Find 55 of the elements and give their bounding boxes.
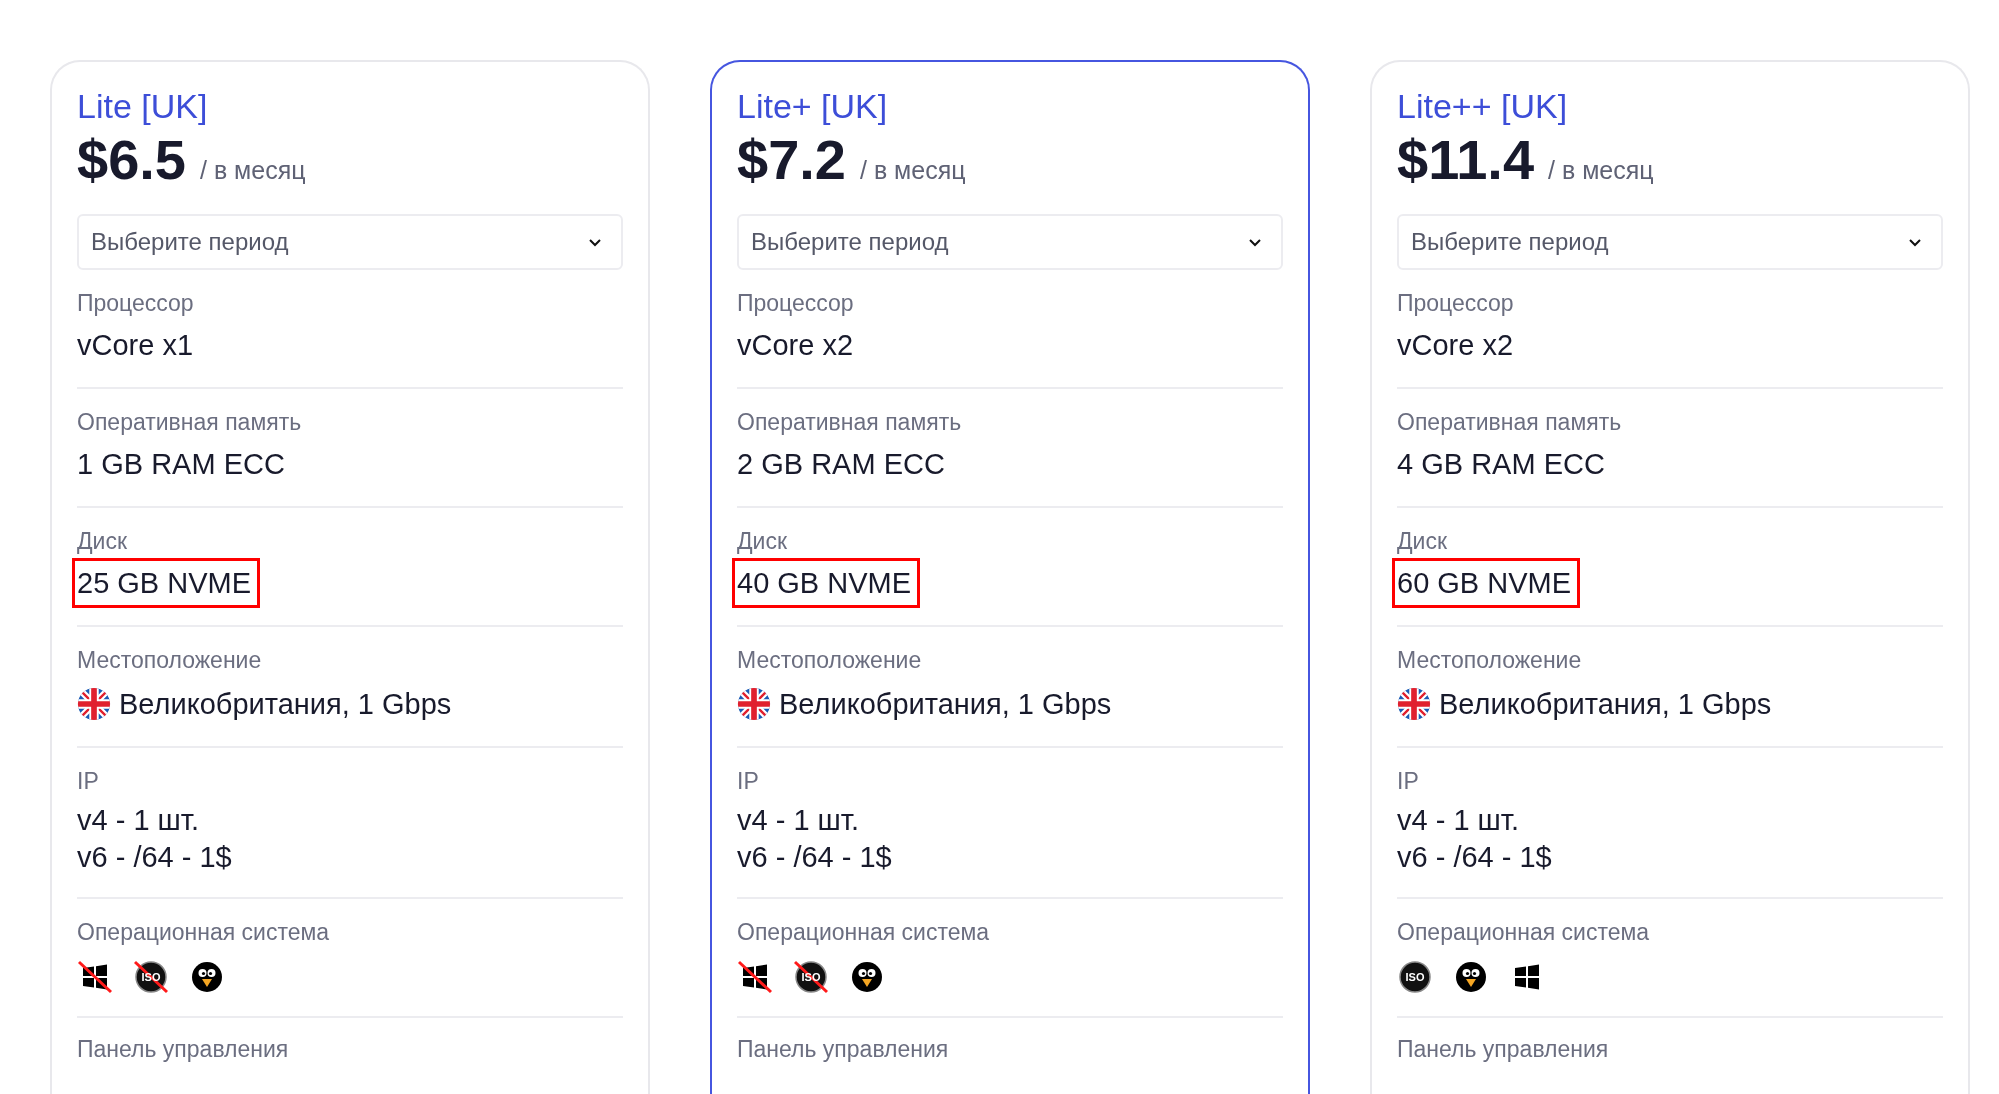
spec-label: Операционная система [77, 918, 331, 947]
period-dropdown[interactable]: Выберите период [737, 214, 1283, 270]
iso-disc-icon: ISO [1397, 959, 1433, 995]
spec-label: Диск [1397, 527, 1448, 556]
spec-label: Панель управления [737, 1035, 950, 1064]
price: $7.2 [737, 130, 846, 190]
spec-label: Местоположение [737, 646, 923, 675]
spec-value: 1 GB RAM ECC [77, 447, 285, 482]
spec-value: vCore x2 [1397, 328, 1514, 363]
spec-label: Оперативная память [1397, 408, 1623, 437]
spec-label: Диск [77, 527, 128, 556]
spec-value: 2 GB RAM ECC [737, 447, 945, 482]
spec-label: Процессор [77, 289, 195, 318]
spec-value: 25 GB NVME [72, 558, 261, 608]
plan-title: Lite [UK] [77, 86, 209, 126]
spec-value: Великобритания, 1 Gbps [1439, 687, 1772, 722]
spec-label: Местоположение [77, 646, 263, 675]
plan-title: Lite++ [UK] [1397, 86, 1569, 126]
price: $6.5 [77, 130, 186, 190]
uk-flag-icon [737, 687, 771, 721]
uk-flag-icon [77, 687, 111, 721]
spec-label: Процессор [1397, 289, 1515, 318]
spec-value: 60 GB NVME [1392, 558, 1581, 608]
spec-label: Оперативная память [737, 408, 963, 437]
price-period: / в месяц [200, 155, 306, 186]
spec-value: v6 - /64 - 1$ [77, 840, 232, 875]
spec-label: Операционная система [1397, 918, 1651, 947]
period-dropdown[interactable]: Выберите период [77, 214, 623, 270]
spec-value: Великобритания, 1 Gbps [119, 687, 452, 722]
spec-label: Панель управления [77, 1035, 290, 1064]
spec-value: v4 - 1 шт. [1397, 803, 1519, 838]
spec-value: v4 - 1 шт. [737, 803, 859, 838]
price-period: / в месяц [860, 155, 966, 186]
spec-value: v6 - /64 - 1$ [1397, 840, 1552, 875]
spec-value: vCore x2 [737, 328, 854, 363]
uk-flag-icon [1397, 687, 1431, 721]
spec-value: Великобритания, 1 Gbps [779, 687, 1112, 722]
spec-label: IP [737, 767, 760, 796]
spec-value: 4 GB RAM ECC [1397, 447, 1605, 482]
spec-label: IP [1397, 767, 1420, 796]
price-period: / в месяц [1548, 155, 1654, 186]
spec-label: Диск [737, 527, 788, 556]
spec-label: Процессор [737, 289, 855, 318]
spec-value: vCore x1 [77, 328, 194, 363]
spec-value: v4 - 1 шт. [77, 803, 199, 838]
spec-value: v6 - /64 - 1$ [737, 840, 892, 875]
plan-title: Lite+ [UK] [737, 86, 889, 126]
spec-label: Панель управления [1397, 1035, 1610, 1064]
spec-label: Оперативная память [77, 408, 303, 437]
spec-label: IP [77, 767, 100, 796]
spec-value: 40 GB NVME [732, 558, 921, 608]
spec-label: Операционная система [737, 918, 991, 947]
period-dropdown[interactable]: Выберите период [1397, 214, 1943, 270]
price: $11.4 [1397, 130, 1535, 190]
spec-label: Местоположение [1397, 646, 1583, 675]
